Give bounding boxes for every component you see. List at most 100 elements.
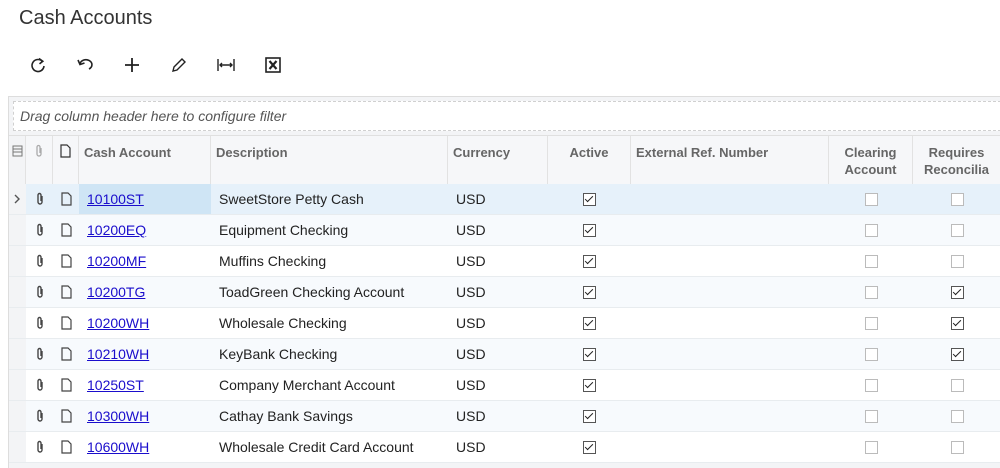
row-attachments-button[interactable] xyxy=(26,401,53,431)
cell-external-ref xyxy=(631,339,829,369)
filter-drop-zone[interactable]: Drag column header here to configure fil… xyxy=(13,101,1000,131)
row-notes-button[interactable] xyxy=(53,339,79,369)
row-selector[interactable] xyxy=(9,215,26,245)
requires-reconciliation-checkbox[interactable] xyxy=(950,378,964,392)
row-selector[interactable] xyxy=(9,401,26,431)
row-attachments-button[interactable] xyxy=(26,308,53,338)
header-requires-reconciliation[interactable]: Requires Reconcilia xyxy=(913,136,1000,185)
column-chooser-icon xyxy=(12,145,22,157)
header-description[interactable]: Description xyxy=(211,136,448,185)
cash-account-link[interactable]: 10200MF xyxy=(87,246,146,276)
cash-account-link[interactable]: 10200WH xyxy=(87,308,149,338)
row-notes-button[interactable] xyxy=(53,432,79,462)
row-notes-button[interactable] xyxy=(53,401,79,431)
cell-currency: USD xyxy=(456,439,486,455)
clearing-account-checkbox[interactable] xyxy=(864,192,878,206)
table-row[interactable]: 10200MF Muffins Checking USD xyxy=(9,246,1000,277)
row-selector[interactable] xyxy=(9,246,26,276)
row-notes-button[interactable] xyxy=(53,215,79,245)
cash-account-link[interactable]: 10600WH xyxy=(87,432,149,462)
row-attachments-button[interactable] xyxy=(26,246,53,276)
active-checkbox[interactable] xyxy=(583,347,596,361)
active-checkbox[interactable] xyxy=(583,440,596,454)
table-row[interactable]: 10250ST Company Merchant Account USD xyxy=(9,370,1000,401)
header-clearing-account[interactable]: Clearing Account xyxy=(829,136,913,185)
row-selector[interactable] xyxy=(9,184,26,214)
requires-reconciliation-checkbox[interactable] xyxy=(950,316,964,330)
column-chooser-button[interactable] xyxy=(9,136,26,185)
requires-reconciliation-checkbox[interactable] xyxy=(950,192,964,206)
clearing-account-checkbox[interactable] xyxy=(864,378,878,392)
table-row[interactable]: 10300WH Cathay Bank Savings USD xyxy=(9,401,1000,432)
row-selector[interactable] xyxy=(9,370,26,400)
header-attachments[interactable] xyxy=(26,136,53,185)
row-notes-button[interactable] xyxy=(53,370,79,400)
active-checkbox[interactable] xyxy=(583,192,596,206)
header-active[interactable]: Active xyxy=(548,136,631,185)
cell-currency: USD xyxy=(456,346,486,362)
paperclip-icon xyxy=(36,409,43,422)
requires-reconciliation-checkbox[interactable] xyxy=(950,347,964,361)
header-notes[interactable] xyxy=(53,136,79,185)
row-selector[interactable] xyxy=(9,308,26,338)
clearing-account-checkbox[interactable] xyxy=(864,285,878,299)
clearing-account-checkbox[interactable] xyxy=(864,254,878,268)
table-row[interactable]: 10200WH Wholesale Checking USD xyxy=(9,308,1000,339)
header-currency[interactable]: Currency xyxy=(448,136,548,185)
clearing-account-checkbox[interactable] xyxy=(864,409,878,423)
fit-columns-button[interactable] xyxy=(202,50,249,80)
clearing-account-checkbox[interactable] xyxy=(864,440,878,454)
edit-button[interactable] xyxy=(155,50,202,80)
row-attachments-button[interactable] xyxy=(26,184,53,214)
cell-clearing-account xyxy=(829,308,913,338)
clearing-account-checkbox[interactable] xyxy=(864,223,878,237)
requires-reconciliation-checkbox[interactable] xyxy=(950,254,964,268)
cash-account-link[interactable]: 10200EQ xyxy=(87,215,146,245)
table-row[interactable]: 10200EQ Equipment Checking USD xyxy=(9,215,1000,246)
active-checkbox[interactable] xyxy=(583,378,596,392)
clearing-account-checkbox[interactable] xyxy=(864,316,878,330)
row-notes-button[interactable] xyxy=(53,308,79,338)
row-attachments-button[interactable] xyxy=(26,432,53,462)
row-selector[interactable] xyxy=(9,432,26,462)
row-attachments-button[interactable] xyxy=(26,277,53,307)
row-attachments-button[interactable] xyxy=(26,215,53,245)
row-notes-button[interactable] xyxy=(53,277,79,307)
undo-button[interactable] xyxy=(61,50,108,80)
active-checkbox[interactable] xyxy=(583,285,596,299)
active-checkbox[interactable] xyxy=(583,254,596,268)
row-notes-button[interactable] xyxy=(53,246,79,276)
note-icon xyxy=(60,316,72,330)
table-row[interactable]: 10200TG ToadGreen Checking Account USD xyxy=(9,277,1000,308)
requires-reconciliation-checkbox[interactable] xyxy=(950,223,964,237)
table-row[interactable]: 10600WH Wholesale Credit Card Account US… xyxy=(9,432,1000,463)
requires-reconciliation-checkbox[interactable] xyxy=(950,285,964,299)
cash-account-link[interactable]: 10250ST xyxy=(87,370,144,400)
table-row[interactable]: 10100ST SweetStore Petty Cash USD xyxy=(9,184,1000,215)
row-attachments-button[interactable] xyxy=(26,370,53,400)
requires-reconciliation-checkbox[interactable] xyxy=(950,409,964,423)
active-checkbox[interactable] xyxy=(583,223,596,237)
cash-account-link[interactable]: 10210WH xyxy=(87,339,149,369)
clearing-account-checkbox[interactable] xyxy=(864,347,878,361)
active-checkbox[interactable] xyxy=(583,409,596,423)
cell-currency: USD xyxy=(456,377,486,393)
cell-requires-reconciliation xyxy=(913,277,1000,307)
header-cash-account[interactable]: Cash Account xyxy=(79,136,211,185)
cash-account-link[interactable]: 10300WH xyxy=(87,401,149,431)
cell-active xyxy=(548,401,631,431)
cash-account-link[interactable]: 10100ST xyxy=(87,184,144,214)
row-notes-button[interactable] xyxy=(53,184,79,214)
export-excel-button[interactable] xyxy=(249,50,296,80)
table-row[interactable]: 10210WH KeyBank Checking USD xyxy=(9,339,1000,370)
active-checkbox[interactable] xyxy=(583,316,596,330)
cell-external-ref xyxy=(631,401,829,431)
cash-account-link[interactable]: 10200TG xyxy=(87,277,145,307)
row-selector[interactable] xyxy=(9,277,26,307)
row-selector[interactable] xyxy=(9,339,26,369)
refresh-button[interactable] xyxy=(14,50,61,80)
add-button[interactable] xyxy=(108,50,155,80)
row-attachments-button[interactable] xyxy=(26,339,53,369)
requires-reconciliation-checkbox[interactable] xyxy=(950,440,964,454)
header-external-ref[interactable]: External Ref. Number xyxy=(631,136,829,185)
